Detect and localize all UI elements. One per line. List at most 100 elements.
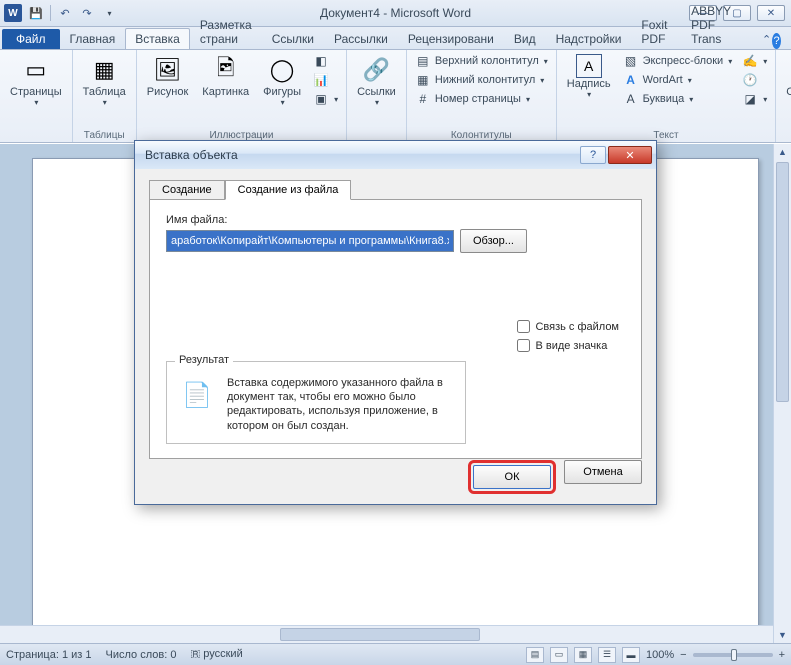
group-pages: ▭ Страницы ▾ (0, 50, 73, 142)
table-button[interactable]: ▦ Таблица ▾ (77, 52, 132, 109)
tab-abbyy[interactable]: ABBYY PDF Trans (681, 0, 757, 49)
dialog-close-button[interactable]: ✕ (608, 146, 652, 164)
datetime-icon: 🕐 (742, 72, 758, 88)
screenshot-icon: ▣ (313, 91, 329, 107)
status-language[interactable]: 🇷 русский (190, 648, 242, 661)
scrollbar-thumb[interactable] (776, 162, 789, 402)
view-web-button[interactable]: ▦ (574, 647, 592, 663)
signature-button[interactable]: ✍▾ (738, 52, 771, 70)
scroll-down-icon[interactable]: ▼ (774, 627, 791, 643)
dialog-title: Вставка объекта (145, 148, 238, 162)
result-description: Вставка содержимого указанного файла в д… (227, 376, 455, 433)
tab-view[interactable]: Вид (504, 28, 546, 49)
group-label-tables: Таблицы (77, 129, 132, 142)
dialog-help-button[interactable]: ? (580, 146, 606, 164)
quickparts-button[interactable]: ▧Экспресс-блоки▾ (619, 52, 737, 70)
hyperlinks-button[interactable]: 🔗 Ссылки ▾ (351, 52, 402, 109)
zoom-level[interactable]: 100% (646, 649, 674, 661)
close-button[interactable]: ✕ (757, 5, 785, 21)
status-page[interactable]: Страница: 1 из 1 (6, 649, 92, 661)
quick-access-toolbar: 💾 ↶ ↷ ▾ (26, 3, 119, 23)
clipart-button[interactable]: 🖻 Картинка (196, 52, 255, 100)
separator (50, 5, 51, 21)
vertical-scrollbar[interactable]: ▲ ▼ (773, 144, 791, 643)
object-button[interactable]: ◪▾ (738, 90, 771, 108)
zoom-in-button[interactable]: + (779, 649, 785, 661)
ribbon-tabs: Файл Главная Вставка Разметка страни Ссы… (0, 27, 791, 50)
header-icon: ▤ (415, 53, 431, 69)
dropdown-icon: ▾ (587, 90, 591, 99)
ok-button[interactable]: ОК (473, 465, 551, 489)
wordart-button[interactable]: AWordArt▾ (619, 71, 737, 89)
footer-icon: ▦ (415, 72, 431, 88)
clipart-icon: 🖻 (210, 54, 242, 86)
group-tables: ▦ Таблица ▾ Таблицы (73, 50, 137, 142)
browse-button[interactable]: Обзор... (460, 229, 527, 253)
header-button[interactable]: ▤Верхний колонтитул▾ (411, 52, 552, 70)
view-draft-button[interactable]: ▬ (622, 647, 640, 663)
group-links: 🔗 Ссылки ▾ (347, 50, 407, 142)
tab-review[interactable]: Рецензировани (398, 28, 504, 49)
tab-addins[interactable]: Надстройки (546, 28, 632, 49)
screenshot-button[interactable]: ▣▾ (309, 90, 342, 108)
view-print-layout-button[interactable]: ▤ (526, 647, 544, 663)
horizontal-scrollbar[interactable] (0, 625, 773, 643)
table-icon: ▦ (88, 54, 120, 86)
save-button[interactable]: 💾 (26, 3, 46, 23)
footer-button[interactable]: ▦Нижний колонтитул▾ (411, 71, 552, 89)
scrollbar-thumb[interactable] (280, 628, 480, 641)
tab-insert[interactable]: Вставка (125, 28, 190, 49)
redo-button[interactable]: ↷ (77, 3, 97, 23)
zoom-out-button[interactable]: − (680, 649, 686, 661)
group-headerfooter: ▤Верхний колонтитул▾ ▦Нижний колонтитул▾… (407, 50, 557, 142)
pagenum-icon: # (415, 91, 431, 107)
zoom-knob[interactable] (731, 649, 737, 661)
dialog-buttons: ОК Отмена (468, 460, 642, 494)
textbox-button[interactable]: A Надпись ▾ (561, 52, 617, 101)
tab-foxit[interactable]: Foxit PDF (631, 14, 681, 49)
smartart-button[interactable]: ◧ (309, 52, 342, 70)
datetime-button[interactable]: 🕐 (738, 71, 771, 89)
group-text: A Надпись ▾ ▧Экспресс-блоки▾ AWordArt▾ A… (557, 50, 776, 142)
undo-button[interactable]: ↶ (55, 3, 75, 23)
pagenumber-button[interactable]: #Номер страницы▾ (411, 90, 552, 108)
dropcap-button[interactable]: AБуквица▾ (619, 90, 737, 108)
chart-button[interactable]: 📊 (309, 71, 342, 89)
qat-customize-button[interactable]: ▾ (99, 3, 119, 23)
filename-input[interactable] (166, 230, 454, 252)
filename-label: Имя файла: (166, 214, 625, 226)
dropcap-icon: A (623, 91, 639, 107)
file-tab[interactable]: Файл (2, 29, 60, 49)
icon-checkbox-input[interactable] (517, 339, 530, 352)
tab-create-from-file[interactable]: Создание из файла (225, 180, 352, 200)
picture-button[interactable]: 🖼 Рисунок (141, 52, 195, 100)
help-icon[interactable]: ? (772, 33, 781, 49)
tab-references[interactable]: Ссылки (262, 28, 324, 49)
tab-layout[interactable]: Разметка страни (190, 14, 262, 49)
dropdown-icon: ▾ (34, 98, 38, 107)
display-as-icon-checkbox[interactable]: В виде значка (517, 339, 619, 352)
dialog-titlebar[interactable]: Вставка объекта ? ✕ (135, 141, 656, 169)
insert-object-dialog: Вставка объекта ? ✕ Создание Создание из… (134, 140, 657, 505)
group-symbols: Ω Символы ▾ (776, 50, 791, 142)
pages-button[interactable]: ▭ Страницы ▾ (4, 52, 68, 109)
scroll-up-icon[interactable]: ▲ (774, 144, 791, 160)
link-to-file-checkbox[interactable]: Связь с файлом (517, 320, 619, 333)
signature-icon: ✍ (742, 53, 758, 69)
status-wordcount[interactable]: Число слов: 0 (106, 649, 177, 661)
shapes-button[interactable]: ◯ Фигуры ▾ (257, 52, 307, 109)
ribbon-minimize-button[interactable]: ⌃ (761, 29, 772, 49)
link-checkbox-input[interactable] (517, 320, 530, 333)
zoom-slider[interactable] (693, 653, 773, 657)
symbols-button[interactable]: Ω Символы ▾ (780, 52, 791, 109)
tab-home[interactable]: Главная (60, 28, 126, 49)
view-outline-button[interactable]: ☰ (598, 647, 616, 663)
cancel-button[interactable]: Отмена (564, 460, 642, 484)
tab-create-new[interactable]: Создание (149, 180, 225, 200)
dialog-tabs: Создание Создание из файла (149, 179, 642, 199)
dialog-body: Создание Создание из файла Имя файла: Об… (135, 169, 656, 504)
tab-mailings[interactable]: Рассылки (324, 28, 398, 49)
view-fullscreen-button[interactable]: ▭ (550, 647, 568, 663)
picture-icon: 🖼 (152, 54, 184, 86)
chart-icon: 📊 (313, 72, 329, 88)
